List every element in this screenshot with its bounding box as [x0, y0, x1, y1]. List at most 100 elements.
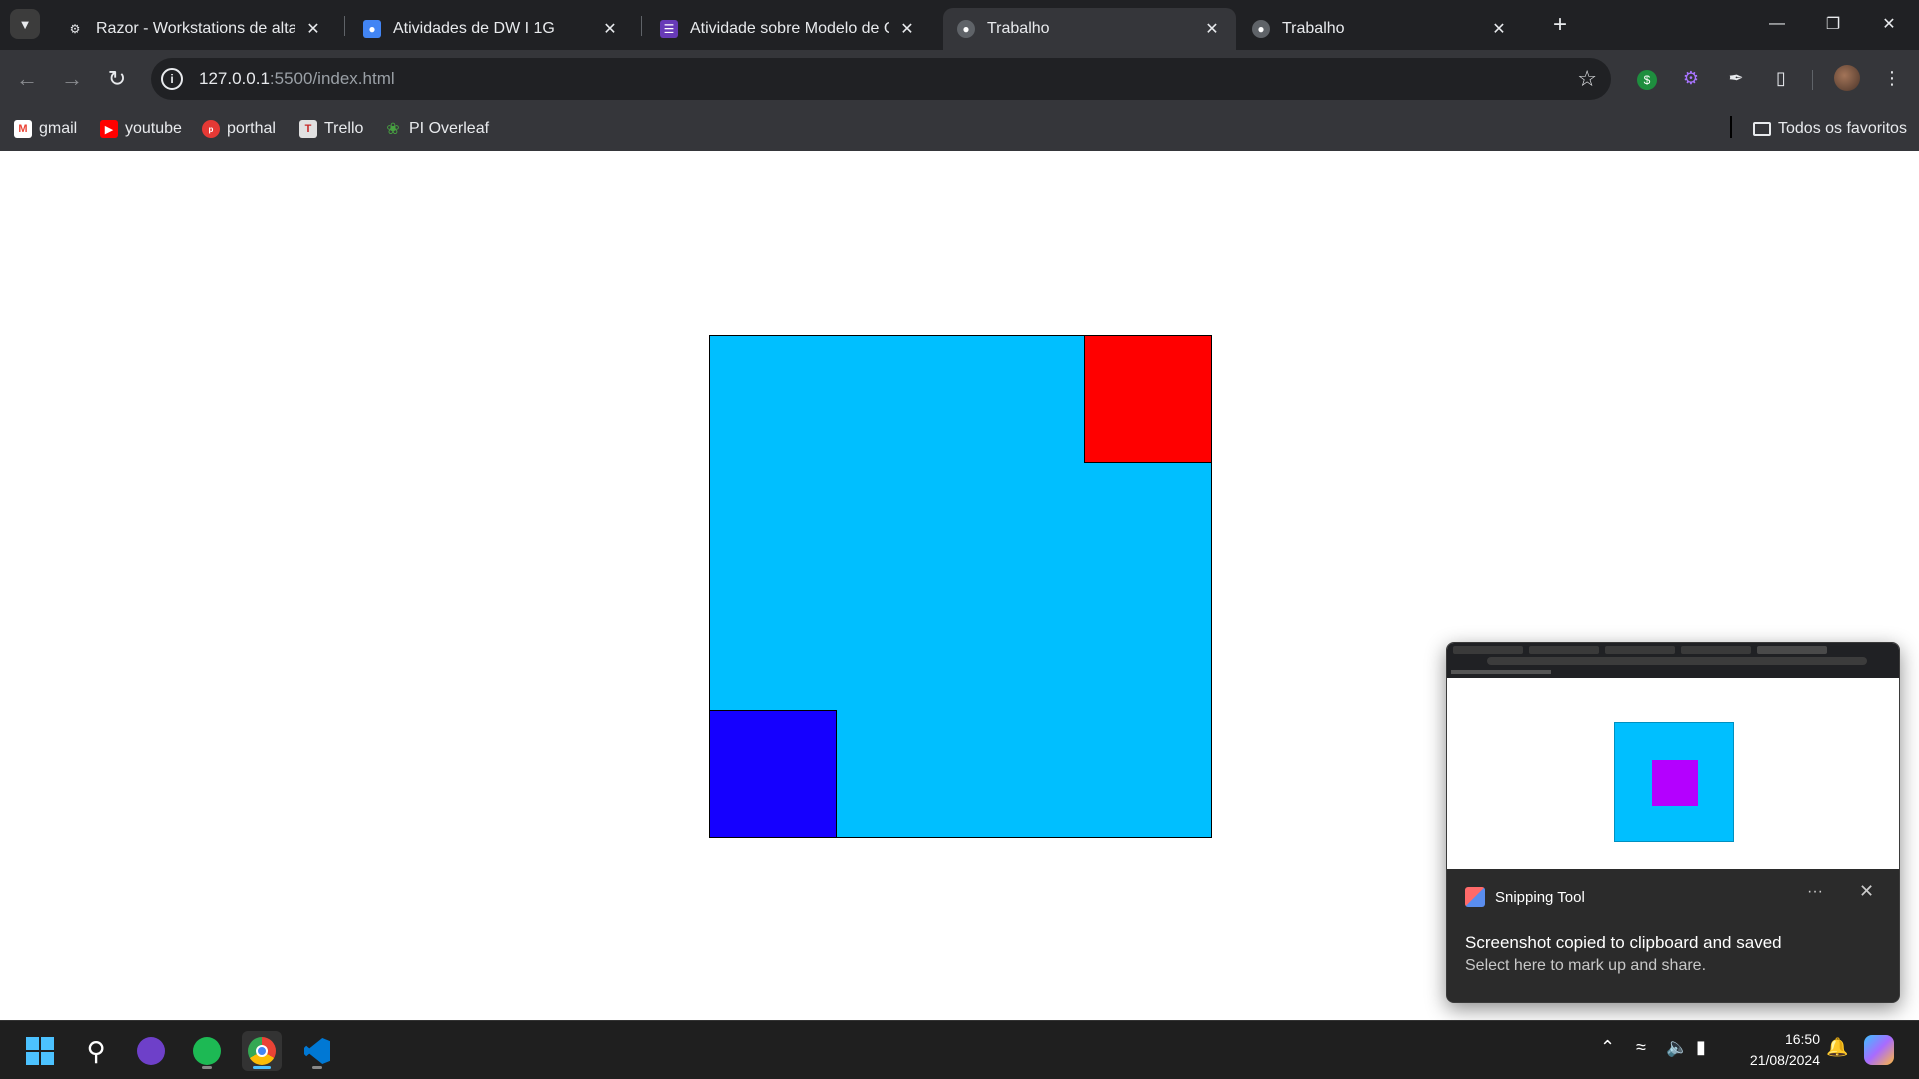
- tab-divider: [641, 16, 642, 36]
- address-bar[interactable]: i 127.0.0.1:5500/index.html ☆: [151, 58, 1611, 100]
- forward-button[interactable]: →: [55, 62, 89, 96]
- toast-app-header: Snipping Tool: [1465, 887, 1585, 907]
- globe-icon: ●: [957, 20, 975, 38]
- preview-purple-square: [1652, 760, 1698, 806]
- bookmark-porthal[interactable]: p porthal: [202, 118, 276, 140]
- tab-divider: [344, 16, 345, 36]
- volume-button[interactable]: 🔈: [1666, 1037, 1688, 1058]
- preview-tab: [1757, 646, 1827, 654]
- clock-date: 21/08/2024: [1749, 1052, 1820, 1068]
- bell-icon: 🔔: [1826, 1037, 1849, 1057]
- tray-overflow-button[interactable]: ⌃: [1600, 1037, 1615, 1058]
- clock-time: 16:50: [1784, 1031, 1820, 1047]
- close-icon: ✕: [1859, 881, 1875, 901]
- toast-close-button[interactable]: ✕: [1859, 881, 1874, 902]
- blue-square: [709, 710, 837, 838]
- tab-trabalho-active[interactable]: ● Trabalho ✕: [943, 8, 1236, 50]
- url-host: 127.0.0.1: [199, 69, 270, 88]
- browser-menu-button[interactable]: ⋮: [1878, 64, 1906, 92]
- screenshot-preview[interactable]: [1447, 643, 1899, 869]
- bookmark-gmail[interactable]: M gmail: [14, 118, 77, 140]
- close-icon[interactable]: ✕: [1489, 19, 1509, 39]
- preview-tab: [1453, 646, 1523, 654]
- spotify-icon: [193, 1037, 221, 1065]
- url-path: :5500/index.html: [269, 69, 395, 88]
- wifi-button[interactable]: ≈: [1636, 1037, 1646, 1058]
- extension-button[interactable]: ⚙: [1677, 64, 1705, 92]
- avatar: [1834, 65, 1860, 91]
- bookmark-label: youtube: [125, 120, 182, 137]
- puzzle-icon: ▯: [1776, 67, 1786, 88]
- arrow-left-icon: ←: [16, 66, 38, 91]
- extension-button[interactable]: ✒: [1722, 64, 1750, 92]
- tab-strip: ▼ ⚙ Razor - Workstations de alta pe ✕ ● …: [0, 0, 1919, 50]
- bookmark-label: PI Overleaf: [409, 120, 490, 137]
- profile-button[interactable]: [1833, 64, 1861, 92]
- back-button[interactable]: ←: [10, 62, 44, 96]
- taskbar-github-desktop[interactable]: [131, 1031, 171, 1071]
- tab-trabalho[interactable]: ● Trabalho ✕: [1238, 8, 1523, 50]
- youtube-icon: ▶: [100, 120, 118, 138]
- taskbar-vscode[interactable]: [297, 1031, 337, 1071]
- tab-atividade-modelo[interactable]: ☰ Atividade sobre Modelo de Cai ✕: [646, 8, 931, 50]
- preview-browser-chrome: [1447, 643, 1899, 678]
- reload-icon: ↻: [107, 66, 127, 91]
- snipping-tool-icon: [1465, 887, 1485, 907]
- url-text: 127.0.0.1:5500/index.html: [199, 69, 395, 89]
- new-tab-button[interactable]: +: [1545, 10, 1575, 40]
- close-icon[interactable]: ✕: [600, 19, 620, 39]
- extensions-menu-button[interactable]: ▯: [1767, 64, 1795, 92]
- restore-button[interactable]: ❐: [1810, 8, 1856, 40]
- gmail-icon: M: [14, 120, 32, 138]
- battery-button[interactable]: ▮: [1696, 1037, 1706, 1058]
- tab-search-button[interactable]: ▼: [10, 9, 40, 39]
- trello-icon: T: [299, 120, 317, 138]
- site-info-icon[interactable]: i: [161, 68, 183, 90]
- search-button[interactable]: ⚲: [76, 1031, 116, 1071]
- bookmark-trello[interactable]: T Trello: [299, 118, 363, 140]
- close-icon[interactable]: ✕: [1202, 19, 1222, 39]
- preview-tab: [1681, 646, 1751, 654]
- toast-message: Screenshot copied to clipboard and saved: [1465, 933, 1782, 952]
- start-button[interactable]: [20, 1031, 60, 1071]
- copilot-button[interactable]: [1864, 1035, 1894, 1065]
- bookmarks-bar: M gmail ▶ youtube p porthal T Trello ❀ P…: [0, 108, 1919, 151]
- overleaf-icon: ❀: [386, 121, 400, 138]
- preview-tab: [1605, 646, 1675, 654]
- close-icon[interactable]: ✕: [897, 19, 917, 39]
- preview-cyan-square: [1614, 722, 1734, 842]
- windows-logo-icon: [26, 1037, 54, 1065]
- preview-address-bar: [1487, 657, 1867, 665]
- taskbar-spotify[interactable]: [187, 1031, 227, 1071]
- taskbar-clock[interactable]: 16:50 21/08/2024: [1730, 1029, 1820, 1071]
- taskbar-chrome[interactable]: [242, 1031, 282, 1071]
- all-bookmarks-button[interactable]: Todos os favoritos: [1753, 118, 1907, 140]
- classroom-icon: ●: [363, 20, 381, 38]
- speaker-icon: 🔈: [1666, 1037, 1689, 1057]
- red-square: [1084, 335, 1212, 463]
- bookmark-label: Trello: [324, 120, 364, 137]
- bookmark-pi-overleaf[interactable]: ❀ PI Overleaf: [384, 118, 489, 140]
- gear-extension-icon: ⚙: [1682, 67, 1700, 88]
- bookmark-label: porthal: [227, 120, 276, 137]
- tab-title: Trabalho: [987, 20, 1050, 37]
- reload-button[interactable]: ↻: [100, 62, 134, 96]
- toast-more-button[interactable]: ···: [1807, 883, 1823, 901]
- extension-button[interactable]: $: [1633, 64, 1661, 92]
- notifications-button[interactable]: 🔔: [1826, 1037, 1848, 1058]
- running-indicator: [202, 1066, 212, 1069]
- tab-title: Atividade sobre Modelo de Cai: [690, 20, 889, 37]
- tab-atividades-dw[interactable]: ● Atividades de DW I 1G ✕: [349, 8, 634, 50]
- bookmark-star-icon[interactable]: ☆: [1577, 66, 1597, 92]
- bookmark-youtube[interactable]: ▶ youtube: [100, 118, 182, 140]
- window-close-button[interactable]: ✕: [1866, 8, 1912, 40]
- minimize-button[interactable]: —: [1754, 8, 1800, 40]
- vscode-icon: [304, 1038, 330, 1064]
- close-icon: ✕: [1882, 16, 1896, 33]
- snipping-tool-notification[interactable]: Snipping Tool ··· ✕ Screenshot copied to…: [1446, 642, 1900, 1003]
- wifi-icon: ≈: [1636, 1037, 1646, 1057]
- close-icon[interactable]: ✕: [303, 19, 323, 39]
- tab-title: Razor - Workstations de alta pe: [96, 20, 295, 37]
- dollar-extension-icon: $: [1637, 70, 1657, 90]
- tab-razor[interactable]: ⚙ Razor - Workstations de alta pe ✕: [52, 8, 337, 50]
